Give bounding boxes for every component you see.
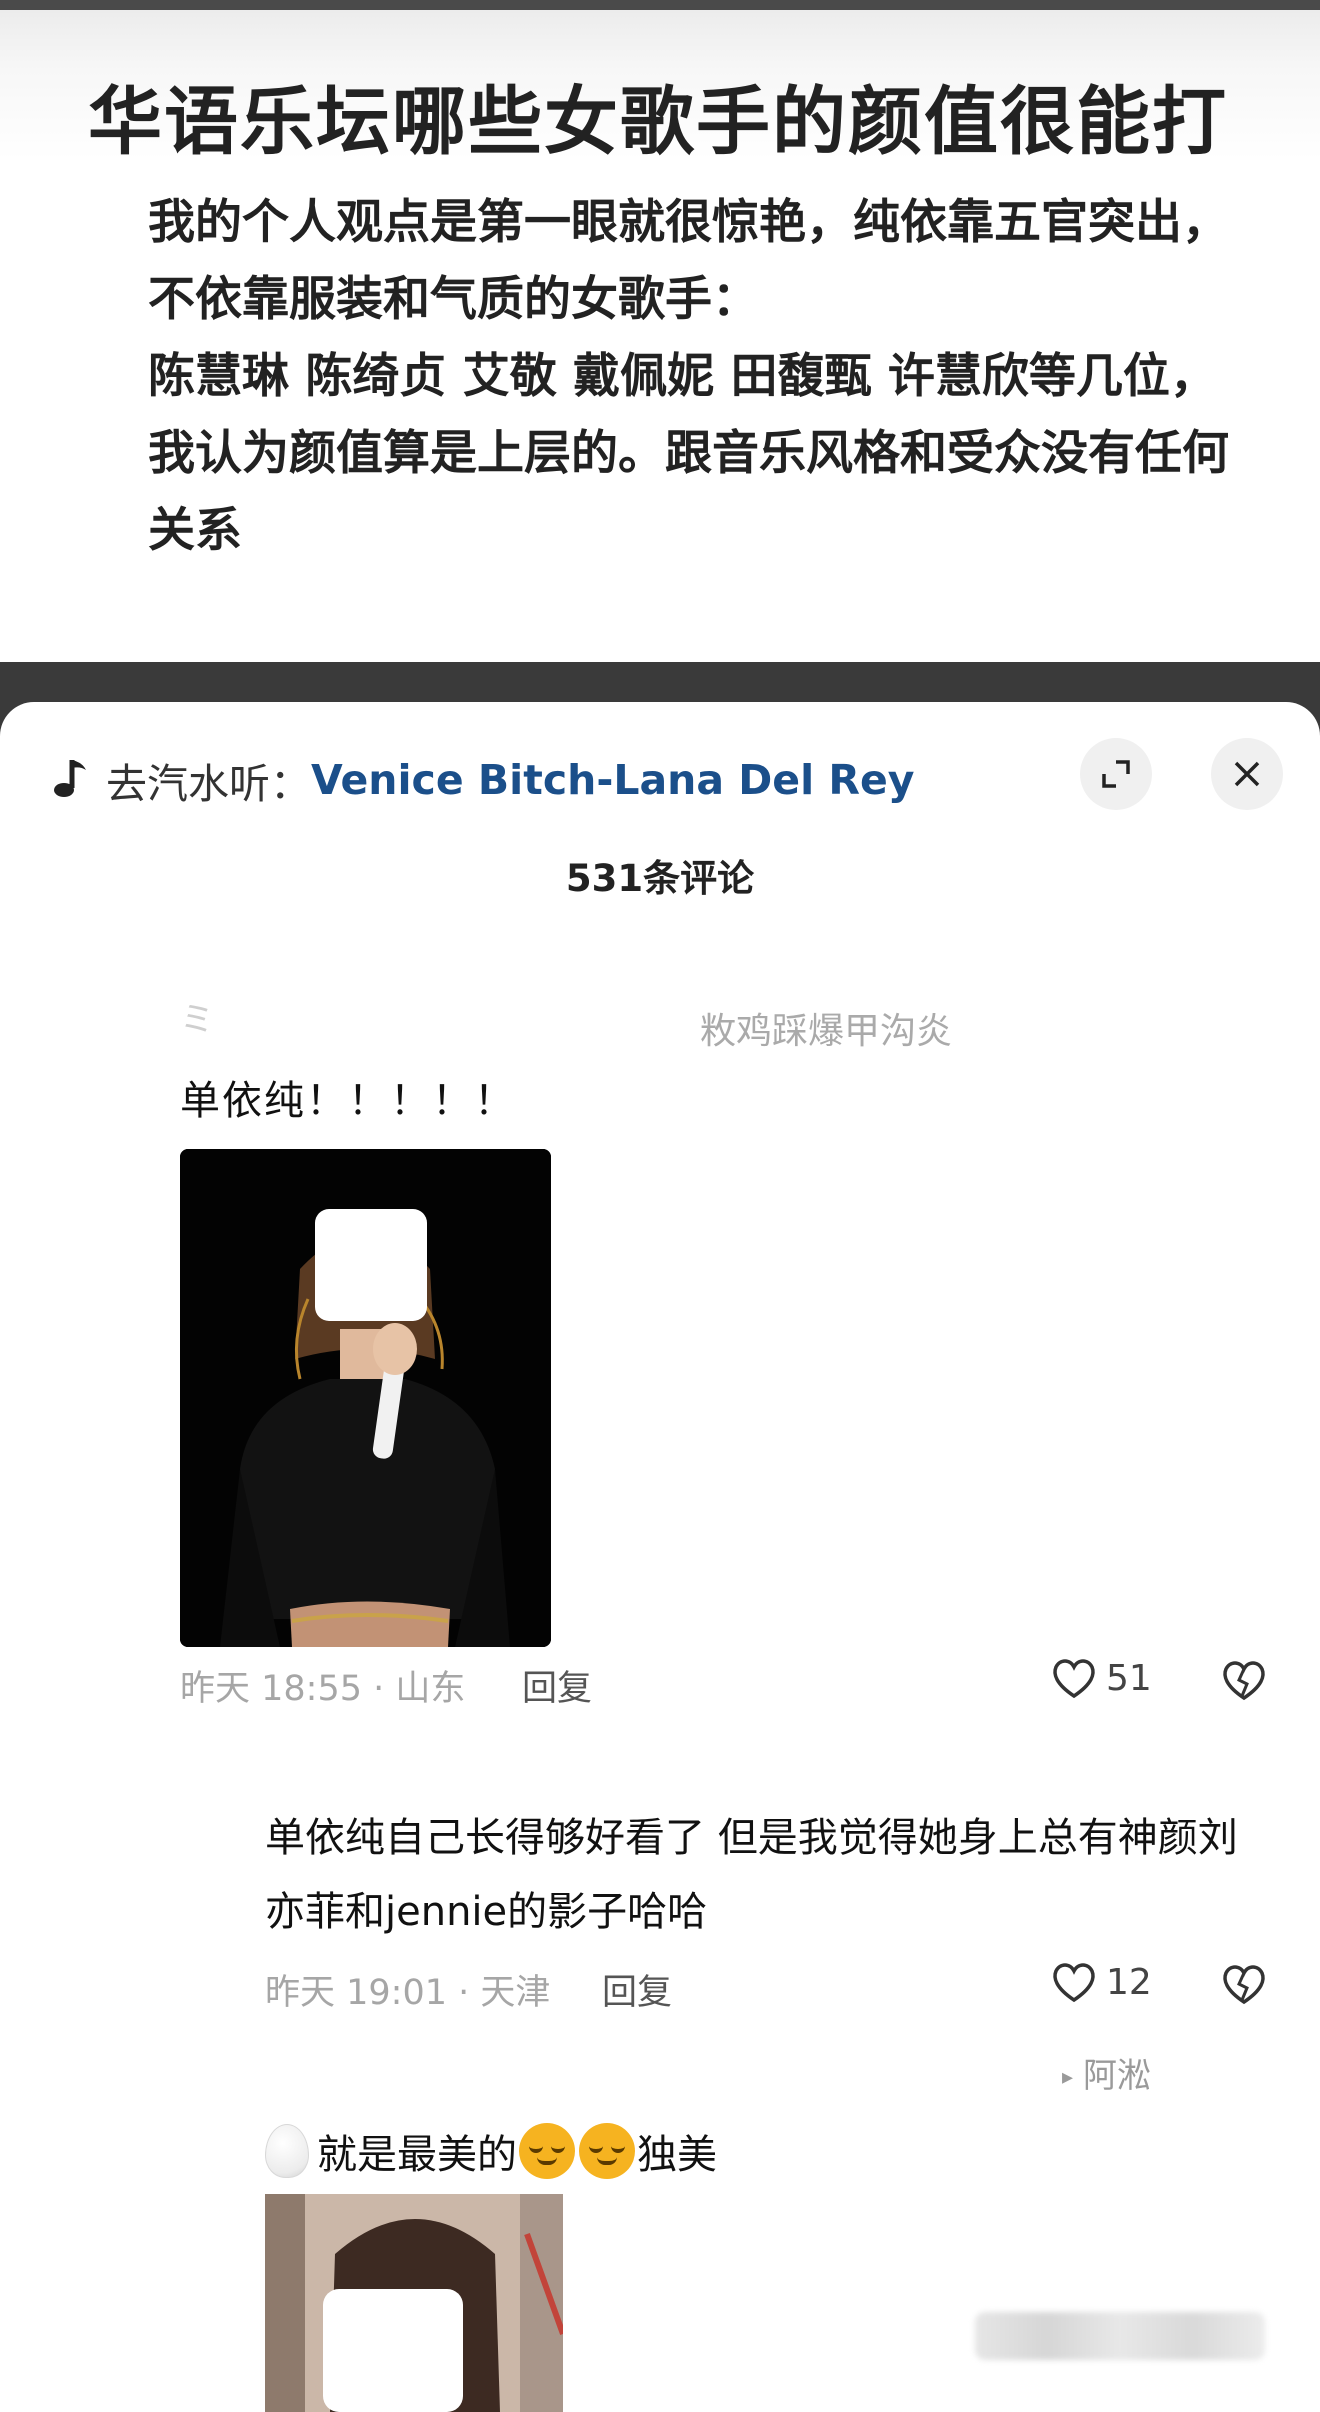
close-icon (1234, 761, 1260, 787)
music-link[interactable]: 去汽水听： Venice Bitch-Lana Del Rey (52, 750, 915, 810)
broken-heart-icon (1223, 1661, 1265, 1701)
comment-username[interactable]: 敉鸡踩爆甲沟炎 (700, 1002, 952, 1054)
comment-sheet: 去汽水听： Venice Bitch-Lana Del Rey 531条评论 ミ… (0, 702, 1320, 2412)
expand-icon (1102, 760, 1130, 788)
comment-timestamp: 昨天 18:55 · 山东 (180, 1669, 466, 1709)
faded-avatar-mark: ミ (180, 1000, 214, 1040)
music-prefix: 去汽水听： (106, 760, 311, 808)
egg-emoji-icon (265, 2124, 309, 2178)
close-button[interactable] (1211, 738, 1283, 810)
watermark (975, 2312, 1265, 2360)
smirk-emoji-icon (579, 2123, 635, 2179)
comment-photo[interactable] (180, 1149, 551, 1647)
expand-button[interactable] (1080, 738, 1152, 810)
article-paragraph-1: 我的个人观点是第一眼就很惊艳，纯依靠五官突出，不依靠服装和气质的女歌手： (148, 195, 1229, 327)
article-card: 华语乐坛哪些女歌手的颜值很能打 我的个人观点是第一眼就很惊艳，纯依靠五官突出，不… (0, 0, 1320, 662)
reply-to-username: 阿淞 (1083, 2056, 1152, 2096)
comment-photo-image (180, 1149, 551, 1647)
reply-timestamp: 昨天 19:01 · 天津 (265, 1973, 551, 2013)
heart-icon (1053, 1659, 1095, 1699)
dislike-button[interactable] (1220, 1962, 1268, 2010)
reply-comment-part-b: 独美 (637, 2132, 717, 2178)
reply-comment-text: 单依纯自己长得够好看了 但是我觉得她身上总有神颜刘亦菲和jennie的影子哈哈 (265, 1815, 1238, 1935)
like-count: 51 (1106, 1657, 1152, 1699)
reply-photo[interactable] (265, 2194, 563, 2412)
music-note-icon (54, 760, 86, 797)
reply-comment-text: 就是最美的 独美 (265, 2114, 717, 2188)
broken-heart-icon (1223, 1965, 1265, 2005)
comment-text: 单依纯！！！！！ (180, 1078, 516, 1124)
reply-comment-part-a: 就是最美的 (317, 2132, 517, 2178)
dislike-button[interactable] (1220, 1658, 1268, 1706)
like-button[interactable]: 12 (1050, 1960, 1152, 2004)
reply-photo-image (265, 2194, 563, 2412)
reply-to-user[interactable]: ▸ 阿淞 (1062, 2048, 1151, 2097)
article-body: 我的个人观点是第一眼就很惊艳，纯依靠五官突出，不依靠服装和气质的女歌手： 陈慧琳… (88, 184, 1248, 569)
comment-count: 531条评论 (565, 857, 755, 900)
like-count: 12 (1106, 1961, 1152, 2003)
like-button[interactable]: 51 (1050, 1656, 1152, 1700)
reply-button[interactable]: 回复 (602, 1964, 672, 2015)
article-title: 华语乐坛哪些女歌手的颜值很能打 (88, 79, 1228, 165)
smirk-emoji-icon (519, 2123, 575, 2179)
arrow-icon: ▸ (1062, 2065, 1074, 2090)
music-song-title[interactable]: Venice Bitch-Lana Del Rey (311, 756, 915, 804)
reply-button[interactable]: 回复 (522, 1660, 592, 1711)
article-paragraph-2: 陈慧琳 陈绮贞 艾敬 戴佩妮 田馥甄 许慧欣等几位，我认为颜值算是上层的。跟音乐… (148, 349, 1229, 558)
heart-icon (1053, 1963, 1095, 2003)
